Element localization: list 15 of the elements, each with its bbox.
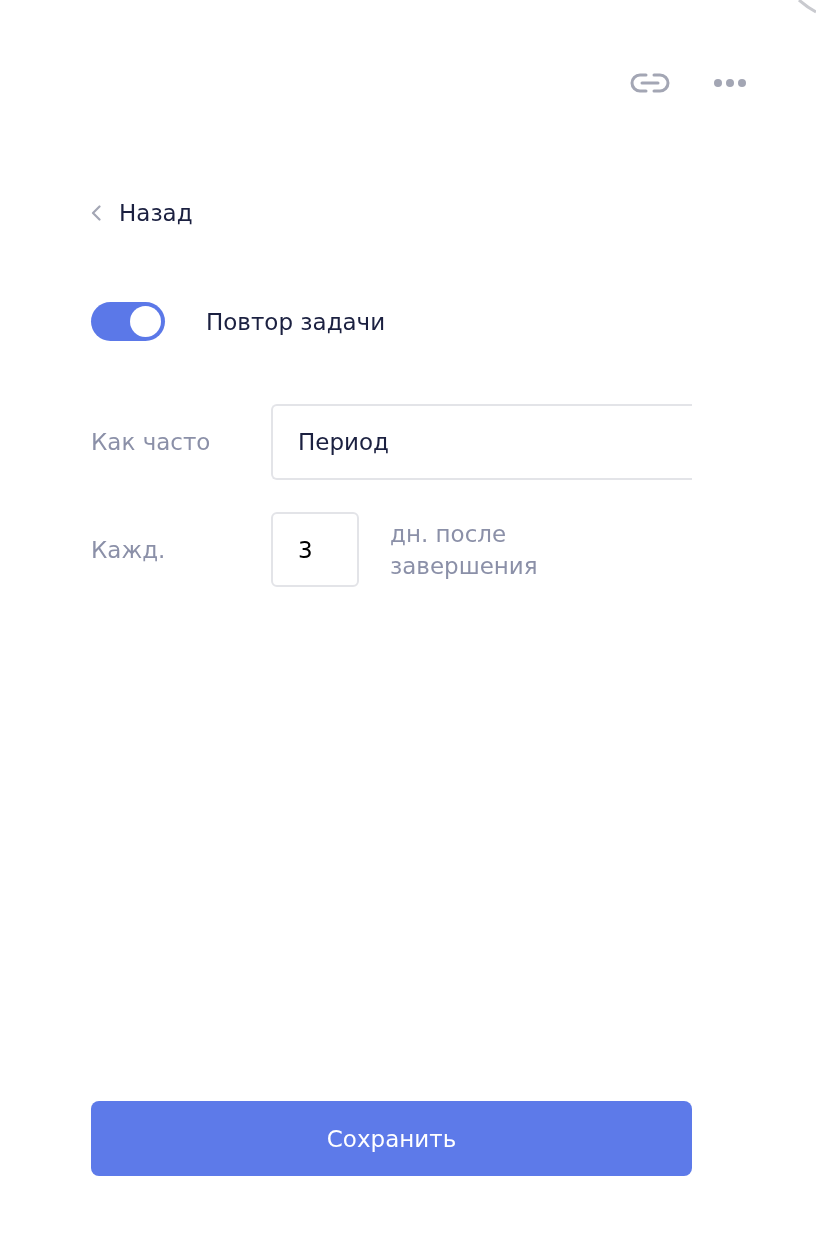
repeat-toggle[interactable] xyxy=(91,302,165,341)
back-link[interactable]: Назад xyxy=(91,198,193,228)
more-button[interactable] xyxy=(714,79,746,87)
save-button[interactable]: Сохранить xyxy=(91,1101,692,1176)
more-icon xyxy=(714,79,746,87)
field-label: Кажд. xyxy=(91,536,167,563)
number-field[interactable]: 3 xyxy=(271,512,359,587)
field-label: Как часто xyxy=(91,429,212,455)
link-button[interactable] xyxy=(630,73,670,93)
unit-text: дн. после завершения xyxy=(390,519,539,581)
toggle-label: Повтор задачи xyxy=(206,308,386,335)
chevron-left-icon xyxy=(91,205,101,221)
link-icon xyxy=(630,73,670,93)
period-field[interactable]: Период xyxy=(271,404,692,480)
window-edge-drawing xyxy=(798,0,816,14)
